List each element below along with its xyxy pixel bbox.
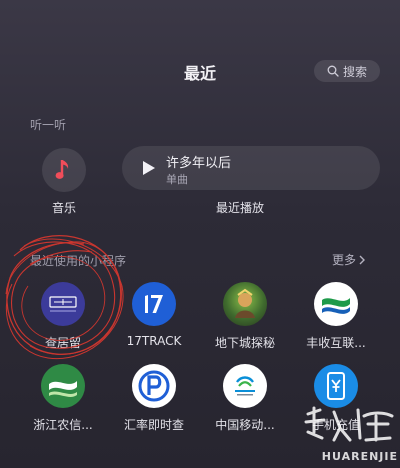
- recent-play-label: 最近播放: [216, 201, 265, 215]
- mini-app-fengshou[interactable]: 丰收互联...: [298, 282, 374, 351]
- mini-app-dungeon[interactable]: 地下城探秘: [207, 282, 283, 351]
- huarenjie-logo-icon: [304, 406, 394, 442]
- more-label: 更多: [332, 253, 357, 267]
- zhejiang-rural-credit-icon: [41, 364, 85, 408]
- mini-app-label: 查居留: [44, 336, 81, 350]
- song-subtitle: 单曲: [166, 173, 188, 186]
- mini-app-17track[interactable]: 17TRACK: [116, 282, 192, 348]
- music-note-icon: [55, 160, 69, 179]
- mini-app-label: 汇率即时查: [123, 418, 184, 432]
- mini-app-china-mobile[interactable]: 中国移动...: [207, 364, 283, 433]
- music-button[interactable]: [42, 148, 86, 192]
- china-mobile-icon: [223, 364, 267, 408]
- play-icon: [143, 161, 155, 175]
- mini-app-zhejiang-nongxin[interactable]: 浙江农信...: [25, 364, 101, 433]
- chajuliu-logo-icon: [41, 282, 85, 326]
- search-icon: [327, 65, 339, 77]
- mini-app-label: 浙江农信...: [33, 418, 93, 432]
- mini-app-label: 17TRACK: [126, 334, 182, 348]
- mini-app-exchange-rate[interactable]: 汇率即时查: [116, 364, 192, 433]
- search-label: 搜索: [342, 64, 367, 79]
- exchange-rate-icon: [132, 364, 176, 408]
- mini-app-label: 丰收互联...: [306, 336, 366, 350]
- fengshou-logo-icon: [314, 282, 358, 326]
- chevron-right-icon: [359, 255, 366, 264]
- watermark-brand: HUARENJIE: [321, 450, 398, 463]
- mini-app-label: 中国移动...: [215, 418, 275, 432]
- huarenjie-watermark: HUARENJIE: [298, 402, 398, 464]
- song-title: 许多年以后: [166, 156, 232, 171]
- recent-play-card[interactable]: 许多年以后 单曲: [122, 146, 380, 190]
- listen-section-title: 听一听: [30, 118, 67, 132]
- mini-app-label: 地下城探秘: [214, 336, 275, 350]
- mini-app-chajuliu[interactable]: 查居留: [25, 282, 101, 351]
- music-label: 音乐: [51, 201, 76, 215]
- 17track-logo-icon: [132, 282, 176, 326]
- more-link[interactable]: 更多: [332, 251, 366, 268]
- mini-programs-title: 最近使用的小程序: [30, 254, 127, 268]
- dungeon-game-icon: [223, 282, 267, 326]
- search-button[interactable]: 搜索: [314, 60, 380, 82]
